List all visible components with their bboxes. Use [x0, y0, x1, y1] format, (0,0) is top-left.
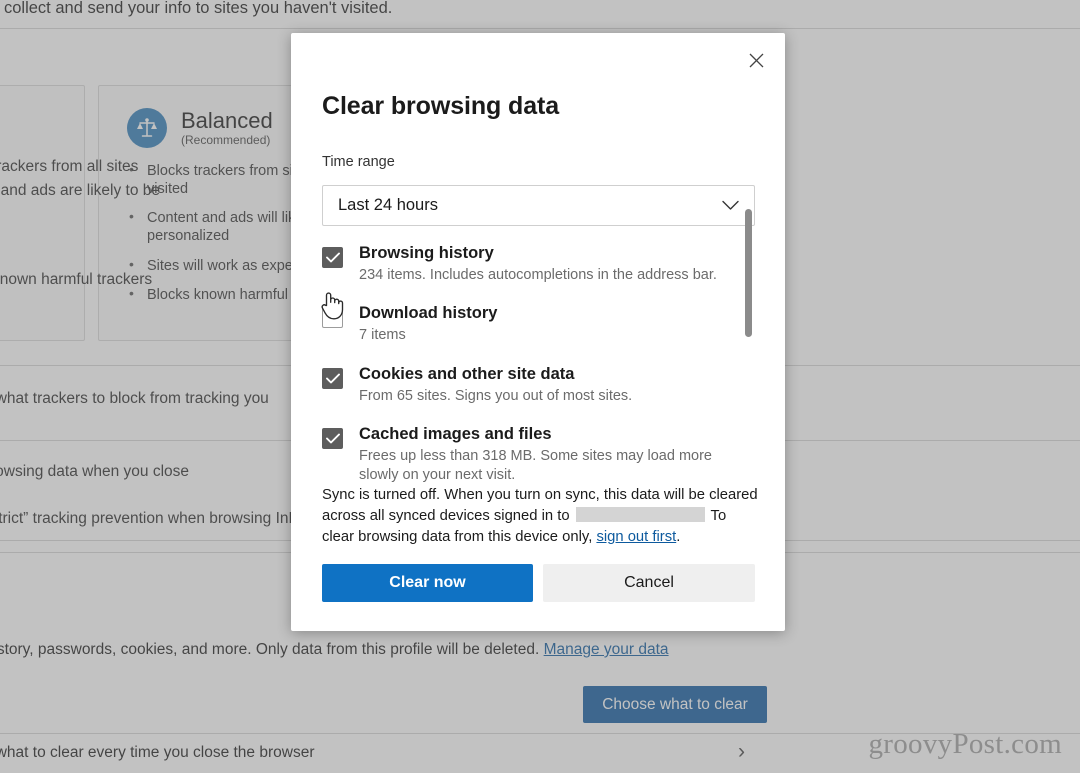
- checkbox-cookies-site-data[interactable]: [322, 367, 343, 389]
- time-range-select[interactable]: Last 24 hours: [322, 185, 755, 226]
- item-texts: Cached images and files Frees up less th…: [359, 425, 737, 486]
- item-label: Cookies and other site data: [359, 364, 575, 383]
- item-description: 7 items: [359, 327, 406, 344]
- item-texts: Download history 7 items: [359, 304, 497, 345]
- list-item[interactable]: Browsing history 234 items. Includes aut…: [322, 244, 755, 285]
- clear-now-button[interactable]: Clear now: [322, 564, 533, 602]
- checkbox-cached-images-files[interactable]: [322, 428, 343, 450]
- sync-status-note: Sync is turned off. When you turn on syn…: [322, 485, 758, 548]
- watermark: groovyPost.com: [868, 728, 1062, 760]
- dialog-title: Clear browsing data: [322, 92, 560, 120]
- sign-out-first-link[interactable]: sign out first: [596, 529, 676, 545]
- checkbox-download-history[interactable]: [322, 307, 343, 329]
- list-item[interactable]: Cookies and other site data From 65 site…: [322, 365, 755, 406]
- item-description: Frees up less than 318 MB. Some sites ma…: [359, 447, 712, 484]
- time-range-label: Time range: [322, 154, 395, 170]
- item-description: 234 items. Includes autocompletions in t…: [359, 266, 717, 283]
- checkbox-browsing-history[interactable]: [322, 247, 343, 268]
- clear-browsing-data-dialog: Clear browsing data Time range Last 24 h…: [291, 33, 785, 631]
- item-description: From 65 sites. Signs you out of most sit…: [359, 387, 633, 404]
- checklist-scrollbar[interactable]: [745, 209, 752, 337]
- item-texts: Browsing history 234 items. Includes aut…: [359, 244, 717, 285]
- item-label: Browsing history: [359, 244, 494, 262]
- list-item[interactable]: Download history 7 items: [322, 304, 755, 345]
- redacted-account-email: [575, 507, 705, 522]
- close-icon[interactable]: [736, 42, 776, 78]
- item-label: Cached images and files: [359, 425, 552, 444]
- chevron-down-icon: [722, 200, 739, 211]
- item-texts: Cookies and other site data From 65 site…: [359, 365, 632, 406]
- cancel-button[interactable]: Cancel: [543, 564, 755, 602]
- item-label: Download history: [359, 304, 498, 323]
- list-item[interactable]: Cached images and files Frees up less th…: [322, 425, 755, 486]
- data-type-checklist: Browsing history 234 items. Includes aut…: [322, 244, 755, 510]
- sync-note-period: .: [676, 529, 681, 545]
- time-range-value: Last 24 hours: [338, 196, 438, 214]
- screen-root: collect and send your info to sites you …: [0, 0, 1080, 773]
